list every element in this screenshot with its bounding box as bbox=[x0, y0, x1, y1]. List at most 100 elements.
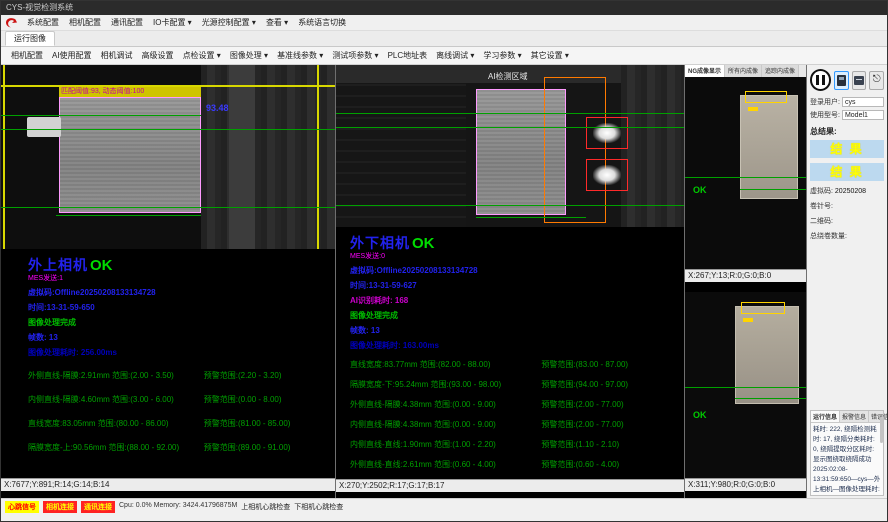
mini-camera-image-2[interactable]: OK bbox=[685, 292, 806, 478]
login-user-row: 登录用户: cys bbox=[810, 97, 884, 107]
measure-text: 内侧直线-隔膜:4.60mm 范围:(3.00 - 6.00) bbox=[28, 394, 204, 405]
virtual-code-value: 20250208 bbox=[835, 188, 866, 195]
tool-plc-address[interactable]: PLC地址表 bbox=[384, 48, 432, 63]
measure-text: 内侧直线-隔膜:4.38mm 范围:(0.00 - 9.00) bbox=[350, 419, 541, 430]
tab-run-image[interactable]: 运行图像 bbox=[5, 31, 55, 46]
spacer bbox=[685, 282, 806, 292]
tab-error-info[interactable]: 错误信息 bbox=[869, 411, 888, 422]
upper-camera-image[interactable]: 匹配阈值:93, 动态阈值:100 93.48 bbox=[1, 65, 335, 249]
tab-run-info[interactable]: 运行信息 bbox=[811, 411, 840, 422]
lower-camera-heartbeat-check[interactable]: 下相机心跳检查 bbox=[294, 501, 343, 512]
virtual-code-line: 虚拟码:Offline20250208133134728 bbox=[28, 287, 331, 298]
result-badge-upper: 结 果 bbox=[810, 140, 884, 158]
info-panel: 运行信息 报警信息 错误信息 耗时: 222, 绕隔检测耗时: 17, 绕隔分类… bbox=[810, 410, 884, 496]
menu-camera-config[interactable]: 相机配置 bbox=[65, 16, 105, 29]
login-user-field[interactable]: cys bbox=[842, 97, 884, 107]
tool-test-params[interactable]: 测试项参数 ▾ bbox=[328, 48, 382, 63]
menu-comm-config[interactable]: 通讯配置 bbox=[107, 16, 147, 29]
green-measure-line bbox=[1, 115, 201, 116]
measurement-row: 直线宽度:83.05mm 范围:(80.00 - 86.00)预警范围:(81.… bbox=[28, 418, 331, 429]
tool-offline-debug[interactable]: 离线调试 ▾ bbox=[432, 48, 478, 63]
process-done-line: 图像处理完成 bbox=[28, 317, 331, 328]
warn-range: 预警范围:(83.00 - 87.00) bbox=[541, 359, 680, 370]
device-button[interactable] bbox=[852, 71, 867, 90]
exit-icon: ⎋ bbox=[873, 75, 881, 85]
lower-result-block: 外下相机OK MES发送:0 虚拟码:Offline20250208133134… bbox=[336, 227, 684, 479]
menu-light-config[interactable]: 光源控制配置 ▾ bbox=[198, 16, 260, 29]
tool-camera-config[interactable]: 相机配置 bbox=[7, 48, 47, 63]
info-scrollbar[interactable] bbox=[880, 417, 883, 443]
heartbeat-badge: 心跳信号 bbox=[5, 501, 39, 513]
tool-ai-use-config[interactable]: AI使用配置 bbox=[48, 48, 96, 63]
green-measure-line bbox=[336, 127, 684, 128]
warn-range: 预警范围:(2.00 - 77.00) bbox=[541, 399, 680, 410]
match-score-value: 93.48 bbox=[206, 103, 229, 113]
yellow-roi-rect bbox=[741, 302, 785, 314]
threshold-overlay-label: 匹配阈值:93, 动态阈值:100 bbox=[59, 87, 201, 97]
virtual-code-row: 虚拟码: 20250208 bbox=[810, 186, 884, 196]
measurement-row: 隔膜宽度-下:95.24mm 范围:(93.00 - 98.00)预警范围:(9… bbox=[350, 379, 680, 390]
menu-view[interactable]: 查看 ▾ bbox=[262, 16, 292, 29]
yellow-marker bbox=[748, 107, 758, 111]
green-measure-line bbox=[336, 113, 684, 114]
result-ok: OK bbox=[90, 257, 113, 274]
yellow-marker bbox=[743, 318, 753, 322]
yellow-roi-rect bbox=[745, 91, 787, 103]
tab-ng-image[interactable]: NG成像显示 bbox=[685, 65, 725, 77]
tool-learn-params[interactable]: 学习参数 ▾ bbox=[479, 48, 525, 63]
tool-baseline-params[interactable]: 基准线参数 ▾ bbox=[273, 48, 327, 63]
lower-camera-image[interactable]: AI检测区域 bbox=[336, 65, 684, 227]
tool-other-settings[interactable]: 其它设置 ▾ bbox=[527, 48, 573, 63]
lower-coords-bar: X:270;Y:2502;R:17;G:17;B:17 bbox=[336, 479, 684, 492]
tool-advanced-settings[interactable]: 高级设置 bbox=[138, 48, 178, 63]
menu-language-switch[interactable]: 系统语言切换 bbox=[294, 16, 350, 29]
winding-count-row: 总绕卷数量: bbox=[810, 231, 884, 241]
camera-link-badge: 相机连接 bbox=[43, 501, 77, 513]
pause-button[interactable] bbox=[810, 69, 831, 91]
mini-camera-image-1[interactable]: OK bbox=[685, 77, 806, 269]
cpu-memory-text: Cpu: 0.0% Memory: 3424.41796875M bbox=[119, 501, 237, 509]
measurement-row: 隔膜宽度-上:90.56mm 范围:(88.00 - 92.00)预警范围:(8… bbox=[28, 442, 331, 453]
connector-part bbox=[27, 117, 61, 137]
menu-io-config[interactable]: IO卡配置 ▾ bbox=[149, 16, 196, 29]
green-measure-line bbox=[1, 129, 335, 130]
elapsed-line: 图像处理耗时: 256.00ms bbox=[28, 347, 331, 358]
defect-box bbox=[586, 159, 628, 191]
mini-ok-label: OK bbox=[693, 410, 707, 420]
upper-camera-panel: 匹配阈值:93, 动态阈值:100 93.48 外上相机OK MES发送:1 虚… bbox=[1, 65, 336, 498]
tool-image-process[interactable]: 图像处理 ▾ bbox=[226, 48, 272, 63]
camera-save-button[interactable] bbox=[834, 71, 849, 90]
frame-count-line: 帧数: 13 bbox=[28, 332, 331, 343]
measure-text: 内侧直线-直线:1.90mm 范围:(1.00 - 2.20) bbox=[350, 439, 541, 450]
upper-camera-heartbeat-check[interactable]: 上相机心跳检查 bbox=[241, 501, 290, 512]
tab-all-images[interactable]: 所有内成像 bbox=[725, 65, 762, 77]
ai-elapsed-line: AI识别耗时: 168 bbox=[350, 295, 680, 306]
measure-text: 隔膜宽度-上:90.56mm 范围:(88.00 - 92.00) bbox=[28, 442, 204, 453]
tab-track-images[interactable]: 追踪内成像 bbox=[762, 65, 799, 77]
model-label: 使用型号: bbox=[810, 110, 840, 120]
tool-camera-debug[interactable]: 相机调试 bbox=[97, 48, 137, 63]
green-measure-line bbox=[1, 207, 335, 208]
title-bar: CYS-视觉检测系统 bbox=[1, 1, 887, 15]
exit-button[interactable]: ⎋ bbox=[869, 71, 884, 90]
warn-range: 预警范围:(0.00 - 8.00) bbox=[204, 394, 331, 405]
measure-text: 隔膜宽度-下:95.24mm 范围:(93.00 - 98.00) bbox=[350, 379, 541, 390]
spacer bbox=[810, 246, 884, 410]
green-measure-line bbox=[476, 217, 586, 218]
menu-bar: 系统配置 相机配置 通讯配置 IO卡配置 ▾ 光源控制配置 ▾ 查看 ▾ 系统语… bbox=[1, 15, 887, 31]
measurement-row: 外侧直线-直线:2.61mm 范围:(0.60 - 4.00)预警范围:(0.6… bbox=[350, 459, 680, 470]
time-line: 时间:13-31-59-650 bbox=[28, 302, 331, 313]
warn-range: 预警范围:(81.00 - 85.00) bbox=[204, 418, 331, 429]
tool-spot-check[interactable]: 点检设置 ▾ bbox=[179, 48, 225, 63]
menu-system-config[interactable]: 系统配置 bbox=[23, 16, 63, 29]
model-field[interactable]: Model1 bbox=[842, 110, 884, 120]
measure-text: 外侧直线-隔膜:2.91mm 范围:(2.00 - 3.50) bbox=[28, 370, 204, 381]
lower-camera-panel: AI检测区域 外下相机OK MES发送:0 虚拟码:Offline2025020… bbox=[336, 65, 685, 498]
tab-alarm-info[interactable]: 报警信息 bbox=[840, 411, 869, 422]
camera-name: 外下相机 bbox=[350, 233, 410, 253]
comm-link-badge: 通讯连接 bbox=[81, 501, 115, 513]
warn-range: 预警范围:(2.20 - 3.20) bbox=[204, 370, 331, 381]
info-log-text[interactable]: 耗时: 222, 绕隔检测耗时: 17, 绕隔分类耗时: 0, 绕隔提取分区耗时… bbox=[811, 423, 883, 495]
sidebar-buttons: ⎋ bbox=[810, 69, 884, 91]
defect-box bbox=[586, 117, 628, 149]
